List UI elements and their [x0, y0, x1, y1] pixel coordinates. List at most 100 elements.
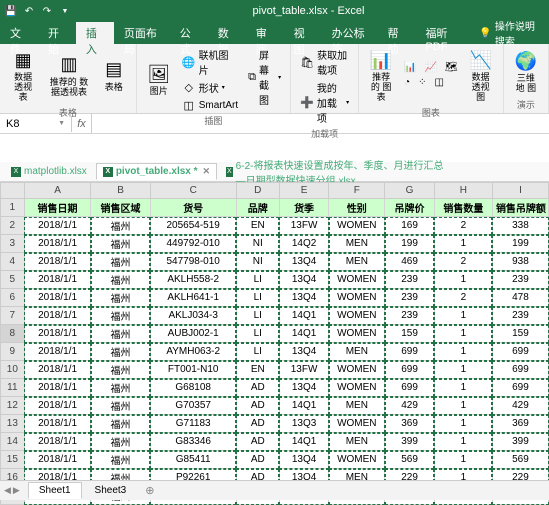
data-cell[interactable]: 2018/1/1 — [24, 271, 91, 289]
tab-review[interactable]: 审阅 — [246, 22, 284, 44]
sheet-tab-1[interactable]: Sheet1 — [28, 482, 82, 499]
data-cell[interactable]: WOMEN — [329, 415, 385, 433]
smartart-button[interactable]: ◫SmartArt — [179, 97, 241, 113]
data-cell[interactable]: 13Q4 — [279, 253, 329, 271]
tab-officetab[interactable]: 办公标签 — [322, 22, 378, 44]
data-cell[interactable]: 13Q4 — [279, 451, 329, 469]
data-cell[interactable]: 1 — [434, 361, 492, 379]
chart-type-4-button[interactable]: ◔ — [401, 76, 413, 89]
data-cell[interactable]: 199 — [385, 235, 435, 253]
row-header[interactable]: 7 — [1, 307, 25, 325]
data-cell[interactable]: G70357 — [150, 397, 236, 415]
row-header[interactable]: 1 — [1, 199, 25, 217]
data-cell[interactable]: 239 — [492, 307, 548, 325]
data-cell[interactable]: G85411 — [150, 451, 236, 469]
data-cell[interactable]: 福州 — [91, 433, 150, 451]
row-header[interactable]: 4 — [1, 253, 25, 271]
data-cell[interactable]: 1 — [434, 397, 492, 415]
workbook-tab-2[interactable]: Xpivot_table.xlsx *✕ — [96, 163, 217, 180]
data-cell[interactable]: 福州 — [91, 307, 150, 325]
data-cell[interactable]: 449792-010 — [150, 235, 236, 253]
data-cell[interactable]: 1 — [434, 307, 492, 325]
row-header[interactable]: 10 — [1, 361, 25, 379]
header-cell[interactable]: 销售区域 — [91, 199, 150, 217]
recommended-pivottable-button[interactable]: ▥推荐的 数据透视表 — [44, 51, 93, 100]
data-cell[interactable]: 369 — [385, 415, 435, 433]
data-cell[interactable]: 1 — [434, 235, 492, 253]
row-header[interactable]: 2 — [1, 217, 25, 235]
qat-dropdown-icon[interactable]: ▼ — [58, 4, 72, 18]
row-header[interactable]: 3 — [1, 235, 25, 253]
data-cell[interactable]: LI — [236, 289, 279, 307]
data-cell[interactable]: 205654-519 — [150, 217, 236, 235]
tab-view[interactable]: 视图 — [284, 22, 322, 44]
data-cell[interactable]: 2018/1/1 — [24, 415, 91, 433]
data-cell[interactable]: 福州 — [91, 379, 150, 397]
data-cell[interactable]: MEN — [329, 433, 385, 451]
data-cell[interactable]: 13FW — [279, 217, 329, 235]
data-cell[interactable]: WOMEN — [329, 451, 385, 469]
data-cell[interactable]: 699 — [385, 343, 435, 361]
header-cell[interactable]: 销售日期 — [24, 199, 91, 217]
row-header[interactable]: 9 — [1, 343, 25, 361]
data-cell[interactable]: 2 — [434, 289, 492, 307]
data-cell[interactable]: 469 — [385, 253, 435, 271]
data-cell[interactable]: 13Q4 — [279, 271, 329, 289]
data-cell[interactable]: 1 — [434, 343, 492, 361]
tab-pagelayout[interactable]: 页面布局 — [114, 22, 170, 44]
tab-home[interactable]: 开始 — [38, 22, 76, 44]
data-cell[interactable]: WOMEN — [329, 217, 385, 235]
tab-data[interactable]: 数据 — [208, 22, 246, 44]
tab-help[interactable]: 帮助 — [378, 22, 416, 44]
screenshot-button[interactable]: ⧉屏幕截图▾ — [245, 46, 284, 108]
data-cell[interactable]: 369 — [492, 415, 548, 433]
online-pictures-button[interactable]: 🌐联机图片 — [179, 46, 241, 78]
data-cell[interactable]: MEN — [329, 343, 385, 361]
data-cell[interactable]: 2018/1/1 — [24, 379, 91, 397]
data-cell[interactable]: 14Q1 — [279, 397, 329, 415]
pivottable-button[interactable]: ▦数据 透视表 — [6, 46, 40, 105]
chart-type-1-button[interactable]: 📊 — [401, 61, 419, 74]
data-cell[interactable]: 2018/1/1 — [24, 307, 91, 325]
row-header[interactable]: 6 — [1, 289, 25, 307]
data-cell[interactable]: AD — [236, 451, 279, 469]
tab-file[interactable]: 文件 — [0, 22, 38, 44]
data-cell[interactable]: NI — [236, 235, 279, 253]
tab-insert[interactable]: 插入 — [76, 22, 114, 44]
my-addins-button[interactable]: ➕我的加载项▾ — [297, 79, 352, 126]
data-cell[interactable]: AD — [236, 379, 279, 397]
data-cell[interactable]: LI — [236, 325, 279, 343]
data-cell[interactable]: 13Q3 — [279, 415, 329, 433]
data-cell[interactable]: AUBJ002-1 — [150, 325, 236, 343]
column-header[interactable]: F — [329, 183, 385, 199]
data-cell[interactable]: 239 — [385, 289, 435, 307]
data-cell[interactable]: 福州 — [91, 451, 150, 469]
data-cell[interactable]: AYMH063-2 — [150, 343, 236, 361]
tab-formulas[interactable]: 公式 — [170, 22, 208, 44]
sheet-tab-3[interactable]: Sheet3 — [84, 482, 138, 499]
chart-type-3-button[interactable]: 🗺 — [442, 61, 461, 74]
data-cell[interactable]: 福州 — [91, 253, 150, 271]
data-cell[interactable]: 2018/1/1 — [24, 289, 91, 307]
data-cell[interactable]: NI — [236, 253, 279, 271]
data-cell[interactable]: 699 — [492, 343, 548, 361]
data-cell[interactable]: 福州 — [91, 217, 150, 235]
data-cell[interactable]: AD — [236, 433, 279, 451]
shapes-button[interactable]: ◇形状▾ — [179, 79, 241, 96]
data-cell[interactable]: 699 — [492, 379, 548, 397]
data-cell[interactable]: 2018/1/1 — [24, 235, 91, 253]
row-header[interactable]: 15 — [1, 451, 25, 469]
header-cell[interactable]: 销售吊牌额 — [492, 199, 548, 217]
header-cell[interactable]: 货季 — [279, 199, 329, 217]
data-cell[interactable]: 2 — [434, 253, 492, 271]
row-header[interactable]: 5 — [1, 271, 25, 289]
data-cell[interactable]: 福州 — [91, 271, 150, 289]
column-header[interactable]: I — [492, 183, 548, 199]
chart-type-5-button[interactable]: ⁘ — [415, 76, 429, 89]
tell-me-search[interactable]: 💡操作说明搜索 — [471, 22, 549, 44]
formula-bar[interactable] — [92, 122, 549, 126]
data-cell[interactable]: 1 — [434, 415, 492, 433]
3d-map-button[interactable]: 🌍三维地 图 — [510, 47, 542, 96]
data-cell[interactable]: AKLH641-1 — [150, 289, 236, 307]
table-button[interactable]: ▤表格 — [98, 56, 130, 95]
